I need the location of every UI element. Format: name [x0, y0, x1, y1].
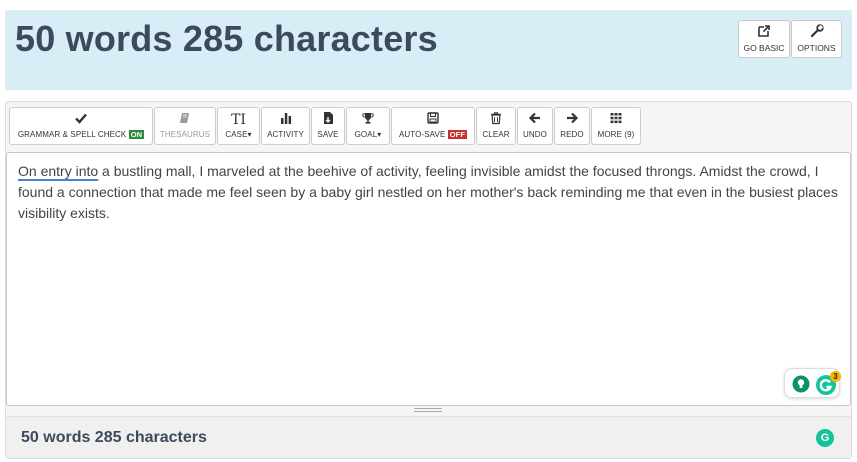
autosave-off-badge: OFF	[447, 130, 468, 139]
clear-label: CLEAR	[482, 130, 510, 139]
book-icon	[155, 111, 215, 129]
undo-button[interactable]: UNDO	[517, 107, 553, 145]
autosave-toggle[interactable]: AUTO-SAVE OFF	[391, 107, 475, 145]
grid-icon	[592, 111, 640, 129]
save-label: SAVE	[317, 130, 339, 139]
suggestion-count-badge: 3	[830, 371, 841, 382]
goal-label: GOAL	[354, 130, 378, 139]
autosave-label: AUTO-SAVE	[398, 130, 446, 139]
grammarly-status-icon[interactable]: G	[816, 429, 834, 447]
check-icon	[10, 111, 152, 129]
caret-down-icon: ▾	[247, 130, 252, 139]
options-button[interactable]: OPTIONS	[791, 20, 842, 58]
clear-button[interactable]: CLEAR	[476, 107, 516, 145]
editor-text: a bustling mall, I marveled at the beehi…	[18, 163, 838, 221]
page-title: 50 words 285 characters	[15, 18, 438, 59]
bar-chart-icon	[262, 111, 309, 129]
word-count-stats: 50 words 285 characters	[21, 429, 207, 446]
goal-dropdown[interactable]: GOAL▾	[346, 107, 390, 145]
go-basic-button[interactable]: GO BASIC	[738, 20, 790, 58]
case-label: CASE	[225, 130, 248, 139]
resize-grip[interactable]	[414, 408, 442, 414]
go-basic-label: GO BASIC	[743, 43, 785, 53]
caret-down-icon: ▾	[377, 130, 382, 139]
thesaurus-label: THESAURUS	[159, 130, 211, 139]
activity-button[interactable]: ACTIVITY	[261, 107, 310, 145]
trash-icon	[477, 111, 515, 129]
thesaurus-button[interactable]: THESAURUS	[154, 107, 216, 145]
editor-panel: GRAMMAR & SPELL CHECK ON THESAURUS TI CA…	[5, 101, 852, 459]
grammar-label: GRAMMAR & SPELL CHECK	[17, 130, 127, 139]
grammar-on-badge: ON	[128, 130, 145, 139]
header-banner: 50 words 285 characters GO BASIC OPTIONS	[5, 10, 852, 90]
external-link-icon	[739, 24, 789, 42]
more-label: MORE (9)	[597, 130, 635, 139]
trophy-icon	[347, 111, 389, 129]
save-file-icon	[312, 111, 344, 129]
activity-label: ACTIVITY	[267, 130, 304, 139]
grammar-check-button[interactable]: GRAMMAR & SPELL CHECK ON	[9, 107, 153, 145]
arrow-left-icon	[518, 111, 552, 129]
undo-label: UNDO	[523, 130, 547, 139]
case-dropdown[interactable]: TI CASE▾	[217, 107, 260, 145]
floppy-disk-icon	[392, 111, 474, 129]
wrench-icon	[792, 24, 841, 42]
redo-label: REDO	[560, 130, 584, 139]
text-case-icon: TI	[231, 112, 246, 128]
lightbulb-icon[interactable]	[792, 375, 810, 398]
redo-button[interactable]: REDO	[554, 107, 590, 145]
more-button[interactable]: MORE (9)	[591, 107, 641, 145]
flagged-phrase[interactable]: On entry into	[18, 163, 98, 179]
grammarly-widget[interactable]: 3	[784, 368, 841, 398]
text-editor[interactable]: On entry into a bustling mall, I marvele…	[6, 152, 851, 406]
status-bar: 50 words 285 characters G	[6, 416, 851, 458]
save-button[interactable]: SAVE	[311, 107, 345, 145]
arrow-right-icon	[555, 111, 589, 129]
options-label: OPTIONS	[797, 43, 836, 53]
